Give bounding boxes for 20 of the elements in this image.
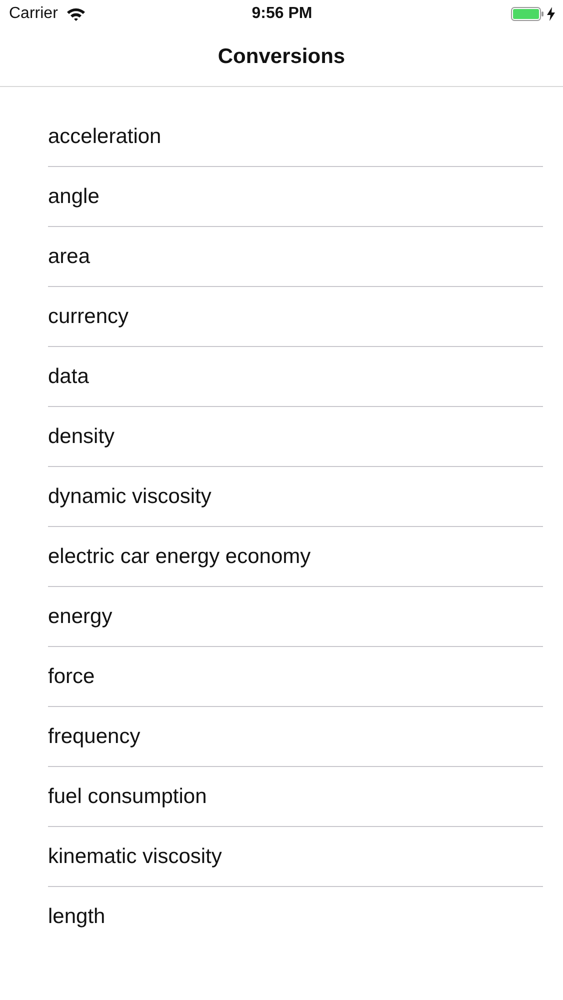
- status-time: 9:56 PM: [252, 5, 312, 23]
- list-item[interactable]: dynamic viscosity: [48, 467, 543, 527]
- list-item[interactable]: acceleration: [48, 107, 543, 167]
- list-item[interactable]: force: [48, 647, 543, 707]
- list-item[interactable]: length: [48, 887, 543, 946]
- list-item[interactable]: energy: [48, 587, 543, 647]
- list-item[interactable]: area: [48, 227, 543, 287]
- list-item[interactable]: kinematic viscosity: [48, 827, 543, 887]
- list-item[interactable]: data: [48, 347, 543, 407]
- charging-bolt-icon: [547, 7, 555, 21]
- list-item[interactable]: density: [48, 407, 543, 467]
- list-item[interactable]: electric car energy economy: [48, 527, 543, 587]
- list-item[interactable]: currency: [48, 287, 543, 347]
- list-item[interactable]: fuel consumption: [48, 767, 543, 827]
- battery-icon: [511, 7, 544, 21]
- list-item[interactable]: frequency: [48, 707, 543, 767]
- list-item[interactable]: angle: [48, 167, 543, 227]
- wifi-icon: [66, 7, 86, 21]
- nav-title: Conversions: [218, 45, 346, 69]
- carrier-name: Carrier: [9, 5, 58, 23]
